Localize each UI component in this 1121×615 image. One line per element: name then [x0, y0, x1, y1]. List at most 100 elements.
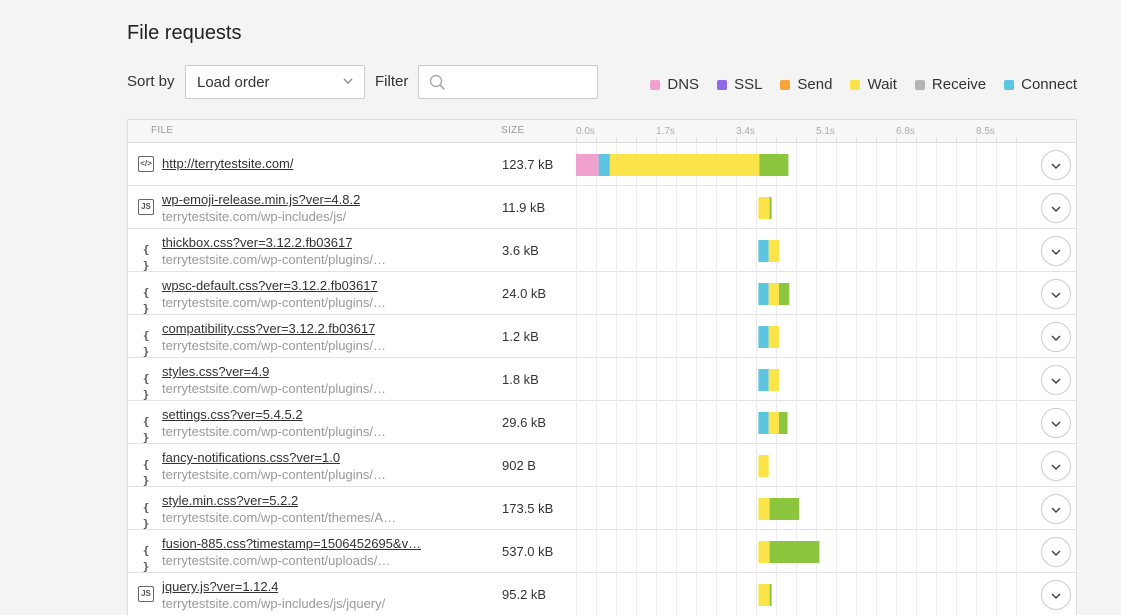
expand-row-button[interactable]: [1041, 236, 1071, 266]
legend-item-send: Send: [780, 76, 832, 93]
timing-bar-receive: [769, 541, 820, 563]
timing-bar-connect: [758, 326, 769, 348]
table-row[interactable]: { } fancy-notifications.css?ver=1.0 terryt…: [128, 444, 1076, 487]
waterfall-timeline: [576, 573, 1017, 615]
chevron-down-icon: [1051, 335, 1061, 342]
legend-swatch: [1004, 79, 1015, 90]
expand-row-button[interactable]: [1041, 408, 1071, 438]
expand-row-button[interactable]: [1041, 279, 1071, 309]
expand-row-button[interactable]: [1041, 322, 1071, 352]
timing-bar-receive: [779, 412, 788, 434]
table-row[interactable]: { } settings.css?ver=5.4.5.2 terrytestsite…: [128, 401, 1076, 444]
chevron-down-icon: [343, 78, 353, 84]
timing-legend: DNS SSL Send Wait Receive Connect: [650, 76, 1077, 93]
legend-swatch: [717, 79, 728, 90]
file-path: terrytestsite.com/wp-includes/js/: [162, 209, 347, 224]
timing-bar-receive: [779, 283, 790, 305]
file-name-link[interactable]: wp-emoji-release.min.js?ver=4.8.2: [162, 192, 360, 207]
file-size: 95.2 kB: [502, 587, 547, 602]
legend-label: Send: [797, 76, 833, 93]
file-size: 29.6 kB: [502, 415, 547, 430]
legend-item-receive: Receive: [914, 76, 987, 93]
css-file-icon: { }: [142, 415, 150, 444]
css-file-icon: { }: [142, 243, 150, 272]
table-row[interactable]: JS wp-emoji-release.min.js?ver=4.8.2 terry…: [128, 186, 1076, 229]
expand-row-button[interactable]: [1041, 494, 1071, 524]
chevron-down-icon: [1051, 292, 1061, 299]
expand-row-button[interactable]: [1041, 580, 1071, 610]
legend-item-dns: DNS: [650, 76, 699, 93]
timing-bar-wait: [609, 154, 760, 176]
file-name-link[interactable]: jquery.js?ver=1.12.4: [162, 579, 278, 594]
waterfall-timeline: [576, 272, 1017, 315]
file-path: terrytestsite.com/wp-content/plugins/…: [162, 252, 386, 267]
timing-bar-wait: [768, 412, 779, 434]
table-row[interactable]: { } thickbox.css?ver=3.12.2.fb03617 terryt…: [128, 229, 1076, 272]
table-row[interactable]: { } style.min.css?ver=5.2.2 terrytestsite.…: [128, 487, 1076, 530]
file-path: terrytestsite.com/wp-content/plugins/…: [162, 381, 386, 396]
filter-field: [418, 65, 598, 99]
table-row[interactable]: { } compatibility.css?ver=3.12.2.fb03617 t…: [128, 315, 1076, 358]
timing-bar-wait: [758, 541, 770, 563]
legend-label: Wait: [867, 76, 897, 93]
css-file-icon: { }: [142, 544, 150, 573]
waterfall-timeline: [576, 315, 1017, 358]
css-file-icon: { }: [142, 286, 150, 315]
table-row[interactable]: JS jquery.js?ver=1.12.4 terrytestsite.com/…: [128, 573, 1076, 615]
sort-label: Sort by: [127, 73, 175, 90]
timing-bar-connect: [598, 154, 610, 176]
file-name-link[interactable]: settings.css?ver=5.4.5.2: [162, 407, 303, 422]
table-header: FILE SIZE 0.0s 1.7s 3.4s 5.1s 6.8s 8.5s: [128, 120, 1076, 143]
waterfall-timeline: [576, 487, 1017, 530]
file-path: terrytestsite.com/wp-content/plugins/…: [162, 424, 386, 439]
timing-bar-receive: [769, 584, 772, 606]
timing-bar-connect: [758, 412, 769, 434]
expand-row-button[interactable]: [1041, 150, 1071, 180]
file-path: terrytestsite.com/wp-content/plugins/…: [162, 338, 386, 353]
search-icon: [429, 74, 446, 91]
css-file-icon: { }: [142, 501, 150, 530]
table-row[interactable]: { } styles.css?ver=4.9 terrytestsite.com/w…: [128, 358, 1076, 401]
expand-row-button[interactable]: [1041, 537, 1071, 567]
file-name-link[interactable]: compatibility.css?ver=3.12.2.fb03617: [162, 321, 375, 336]
sort-select[interactable]: Load order: [185, 65, 365, 99]
file-name-link[interactable]: wpsc-default.css?ver=3.12.2.fb03617: [162, 278, 378, 293]
timing-bar-wait: [758, 498, 770, 520]
chevron-down-icon: [1051, 163, 1061, 170]
expand-row-button[interactable]: [1041, 193, 1071, 223]
expand-row-button[interactable]: [1041, 451, 1071, 481]
file-name-link[interactable]: styles.css?ver=4.9: [162, 364, 269, 379]
file-name-link[interactable]: style.min.css?ver=5.2.2: [162, 493, 298, 508]
file-name-link[interactable]: thickbox.css?ver=3.12.2.fb03617: [162, 235, 352, 250]
timing-bar-connect: [758, 240, 769, 262]
timing-bar-wait: [758, 455, 769, 477]
table-row[interactable]: { } wpsc-default.css?ver=3.12.2.fb03617 te…: [128, 272, 1076, 315]
legend-label: DNS: [667, 76, 700, 93]
css-file-icon: { }: [142, 458, 150, 487]
css-file-icon: { }: [142, 329, 150, 358]
file-name-link[interactable]: fusion-885.css?timestamp=1506452695&v…: [162, 536, 421, 551]
table-row[interactable]: { } fusion-885.css?timestamp=1506452695&v…: [128, 530, 1076, 573]
file-name-link[interactable]: http://terrytestsite.com/: [162, 156, 294, 171]
legend-label: Receive: [931, 76, 987, 93]
filter-input[interactable]: [451, 66, 595, 98]
file-path: terrytestsite.com/wp-content/themes/A…: [162, 510, 397, 525]
expand-row-button[interactable]: [1041, 365, 1071, 395]
timing-bar-connect: [758, 369, 769, 391]
legend-swatch: [850, 79, 861, 90]
timing-bar-connect: [758, 283, 769, 305]
waterfall-timeline: [576, 358, 1017, 401]
file-size: 902 B: [502, 458, 536, 473]
legend-swatch: [650, 79, 661, 90]
file-requests-table: FILE SIZE 0.0s 1.7s 3.4s 5.1s 6.8s 8.5s </> ht…: [127, 119, 1077, 615]
timing-bar-wait: [768, 369, 779, 391]
table-row[interactable]: </> http://terrytestsite.com/123.7 kB: [128, 143, 1076, 186]
sort-select-value: Load order: [197, 74, 270, 91]
timing-bar-wait: [768, 283, 779, 305]
timing-bar-wait: [758, 584, 770, 606]
chevron-down-icon: [1051, 593, 1061, 600]
toolbar: Sort by Load order Filter DNS SSL Send Wait…: [127, 65, 1077, 99]
chevron-down-icon: [1051, 206, 1061, 213]
file-size: 537.0 kB: [502, 544, 554, 559]
file-name-link[interactable]: fancy-notifications.css?ver=1.0: [162, 450, 340, 465]
